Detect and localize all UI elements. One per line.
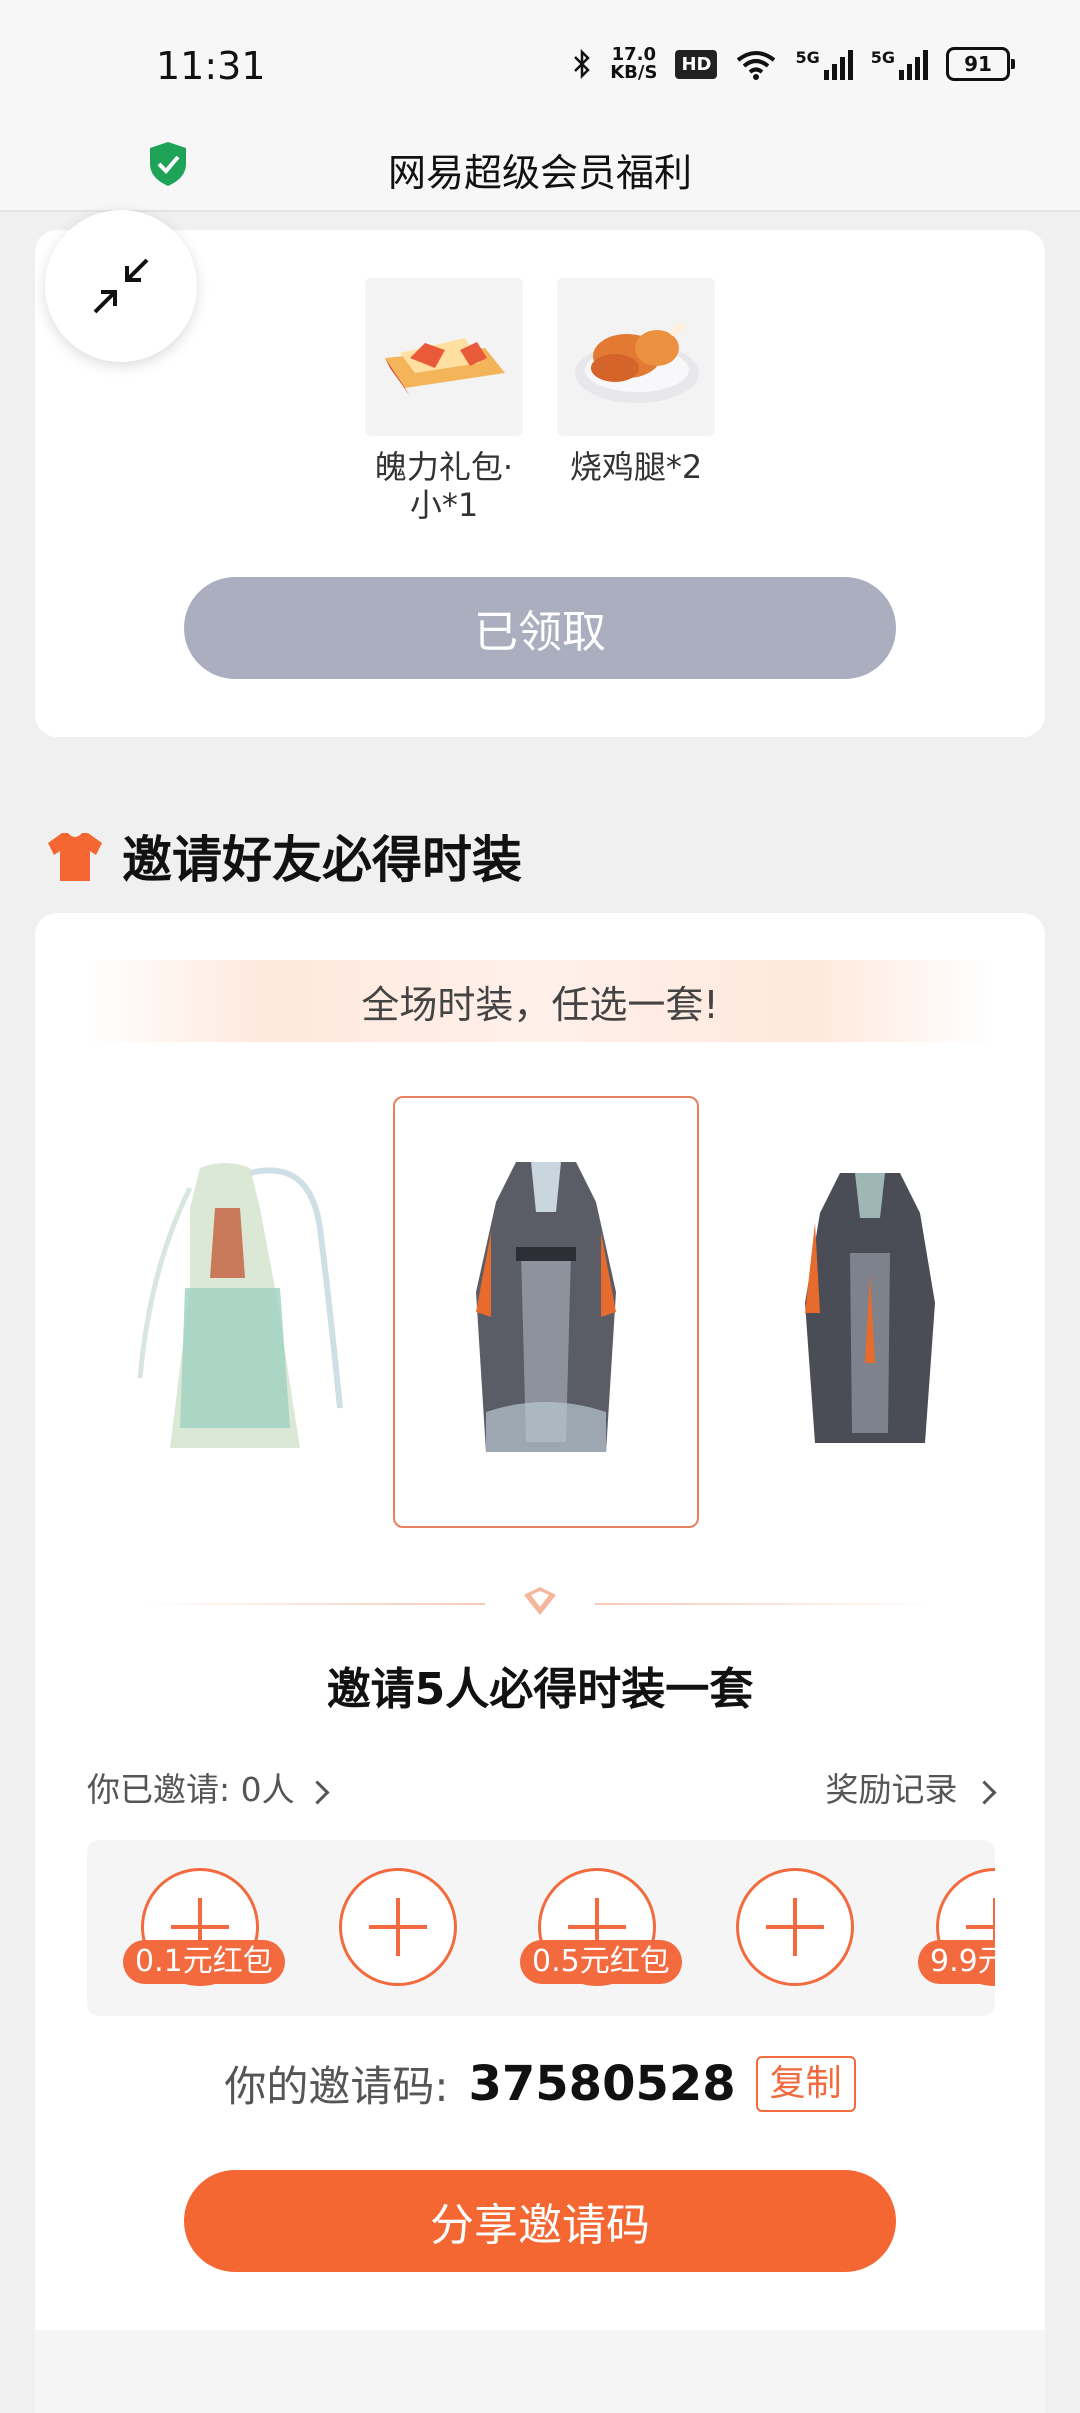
- invite-slot[interactable]: [736, 1868, 854, 1986]
- claimed-button[interactable]: 已领取: [184, 577, 896, 679]
- page-title: 网易超级会员福利: [387, 151, 692, 195]
- invite-slot[interactable]: [339, 1868, 457, 1986]
- bluetooth-icon: [574, 48, 591, 80]
- collapse-arrows-icon: [93, 258, 149, 314]
- diamond-ornament-icon: [524, 1587, 556, 1615]
- signal-bars-icon: [823, 48, 853, 80]
- shirt-icon: [48, 833, 102, 881]
- invite-card: 全场时装，任选一套! 邀请5人必得时装一套 你已邀请: 0人 奖励记录 0.1元…: [35, 913, 1045, 2413]
- header-bar: 网易超级会员福利: [0, 132, 1080, 212]
- outfit-option-selected[interactable]: [393, 1096, 699, 1528]
- section-title-text: 邀请好友必得时装: [122, 831, 522, 889]
- battery-level: 91: [964, 52, 992, 76]
- invited-count-link[interactable]: 你已邀请: 0人: [87, 1763, 330, 1811]
- chevron-right-icon: [305, 1780, 330, 1805]
- invited-count: 0人: [240, 1770, 295, 1809]
- slot-reward-badge: 0.1元红包: [123, 1940, 285, 1984]
- reward-item: 魄力礼包·小*1: [365, 278, 523, 524]
- reward-item: 烧鸡腿*2: [557, 278, 715, 486]
- bottom-strip: [35, 2330, 1045, 2413]
- outfit-image: [805, 1173, 935, 1443]
- hd-badge: HD: [675, 49, 718, 79]
- status-time: 11:31: [156, 44, 266, 88]
- reward-name: 烧鸡腿*2: [569, 448, 703, 486]
- section-title: 邀请好友必得时装: [46, 820, 522, 892]
- invite-code-row: 你的邀请码: 37580528 复制: [35, 2053, 1045, 2114]
- status-bar: 11:31 17.0 KB/S HD 5G 5G 91: [0, 0, 1080, 132]
- reward-name: 魄力礼包·小*1: [374, 448, 514, 524]
- invite-code-label: 你的邀请码:: [224, 2062, 449, 2111]
- invite-slots: 0.1元红包 0.5元红包 9.9元: [87, 1840, 995, 2016]
- outfit-option[interactable]: [755, 1098, 985, 1528]
- signal-2: 5G: [871, 48, 928, 80]
- divider: [145, 1583, 935, 1623]
- signal-2-label: 5G: [870, 48, 895, 67]
- copy-button[interactable]: 复制: [755, 2055, 856, 2112]
- status-icons: 17.0 KB/S HD 5G 5G 91: [572, 46, 1015, 82]
- signal-1-label: 5G: [795, 48, 820, 67]
- signal-bars-icon: [899, 48, 928, 80]
- invite-code-value: 37580528: [468, 2055, 736, 2112]
- share-code-button[interactable]: 分享邀请码: [184, 2170, 896, 2272]
- signal-1: 5G: [795, 48, 853, 80]
- reward-record-label: 奖励记录: [825, 1770, 958, 1809]
- battery-icon: 91: [946, 47, 1015, 81]
- outfit-image: [476, 1162, 616, 1452]
- slot-reward-badge: 0.5元红包: [520, 1940, 682, 1984]
- chevron-right-icon: [972, 1780, 997, 1805]
- outfit-image: [137, 1163, 343, 1448]
- reward-record-link[interactable]: 奖励记录: [825, 1763, 997, 1811]
- wifi-icon: [737, 51, 776, 80]
- chicken-leg-image: [557, 278, 715, 436]
- invited-label: 你已邀请:: [87, 1770, 231, 1809]
- outfit-option[interactable]: [130, 1098, 360, 1528]
- gift-pack-image: [365, 278, 523, 436]
- net-speed-unit: KB/S: [610, 62, 658, 83]
- collapse-button[interactable]: [45, 210, 197, 362]
- net-speed: 17.0 KB/S: [610, 46, 657, 82]
- promo-banner: 全场时装，任选一套!: [85, 960, 995, 1042]
- invite-title: 邀请5人必得时装一套: [326, 1664, 754, 1715]
- slot-reward-badge: 9.9元: [918, 1940, 995, 1984]
